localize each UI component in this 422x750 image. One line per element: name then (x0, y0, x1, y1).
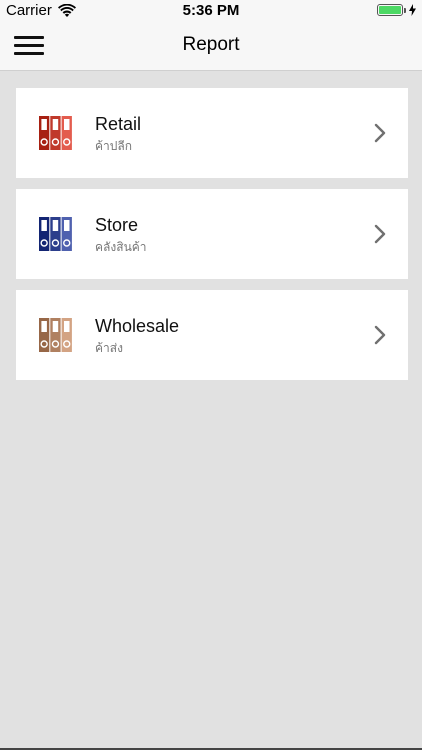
navigation-bar: Report (0, 22, 422, 71)
report-item-subtitle: ค้าส่ง (95, 341, 123, 355)
binder-label (64, 119, 70, 130)
battery-indicator (377, 4, 416, 16)
binder-label (41, 321, 47, 332)
chevron-right-icon (374, 224, 386, 244)
battery-fill (379, 6, 401, 14)
charging-bolt-icon (409, 4, 416, 16)
report-item-title: Retail (95, 114, 142, 134)
report-item-retail[interactable]: Retail ค้าปลีก (16, 88, 408, 178)
battery-icon (377, 4, 403, 16)
report-item-subtitle: คลังสินค้า (95, 240, 147, 254)
status-bar: Carrier 5:36 PM (0, 0, 422, 22)
binder-label (52, 220, 59, 231)
binder-label (41, 220, 47, 231)
chevron-right-icon (374, 123, 386, 143)
screen: Carrier 5:36 PM Report Retail ค้าปลีก St… (0, 0, 422, 750)
binder-label (41, 119, 47, 130)
folder-binders-icon (39, 318, 72, 352)
chevron-right-icon (374, 325, 386, 345)
folder-binders-icon (39, 116, 72, 150)
report-item-subtitle: ค้าปลีก (95, 139, 133, 153)
report-item-wholesale[interactable]: Wholesale ค้าส่ง (16, 290, 408, 380)
binder-label (52, 321, 59, 332)
report-item-title: Store (95, 215, 139, 235)
page-title: Report (182, 34, 240, 55)
report-item-title: Wholesale (95, 316, 180, 336)
report-item-store[interactable]: Store คลังสินค้า (16, 189, 408, 279)
binder-label (64, 220, 70, 231)
binder-label (64, 321, 70, 332)
binder-label (52, 119, 59, 130)
battery-cap (404, 7, 406, 13)
folder-binders-icon (39, 217, 72, 251)
status-time: 5:36 PM (182, 2, 240, 19)
report-list: Retail ค้าปลีก Store คลังสินค้า Wholesal… (16, 88, 408, 391)
